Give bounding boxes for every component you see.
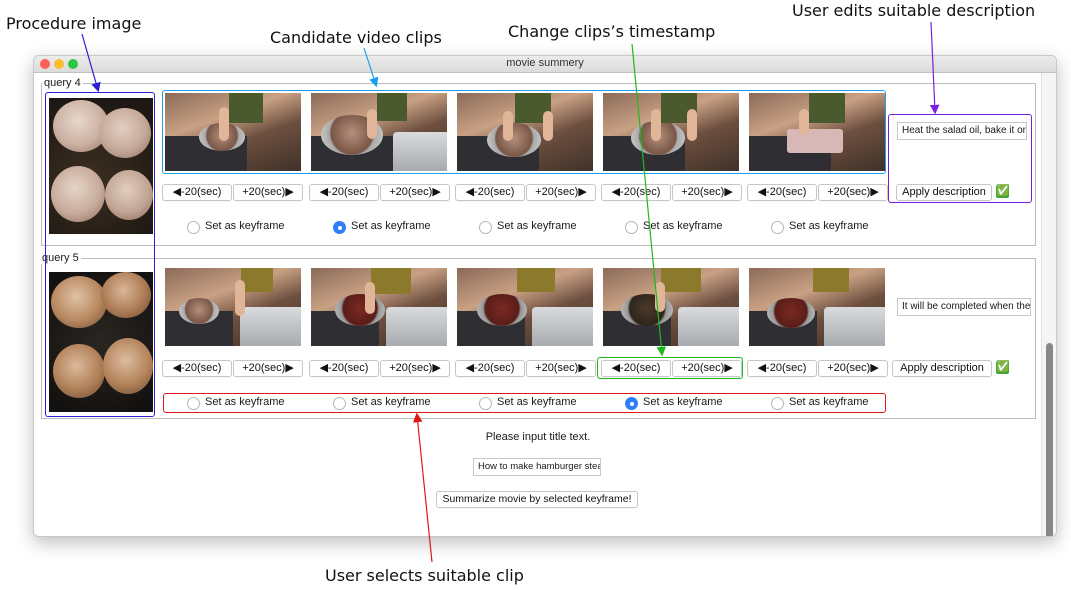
radio-indicator[interactable] [187,221,200,234]
radio-indicator[interactable] [625,221,638,234]
query-5-clip-1-minus-20-button[interactable]: ◀-20(sec) [162,360,232,377]
query-5-clip-3 [457,268,593,346]
scrollbar-thumb[interactable] [1046,343,1053,536]
timestamp-buttons-highlight [597,357,743,379]
query-5-clip-5-minus-20-button[interactable]: ◀-20(sec) [747,360,817,377]
keyframe-selection-highlight [163,393,886,413]
query-4-keyframe-radio-3[interactable]: Set as keyframe [479,220,589,236]
title-bar: movie summery [34,56,1056,73]
candidate-clips-highlight [162,90,886,174]
radio-label: Set as keyframe [789,220,869,232]
query-4-clip-5-minus-20-button[interactable]: ◀-20(sec) [747,184,817,201]
annotation-procedure-image: Procedure image [6,14,142,33]
radio-label: Set as keyframe [643,220,723,232]
summarize-movie-button[interactable]: Summarize movie by selected keyframe! [436,491,638,508]
query-5-description-input[interactable]: It will be completed when the [897,298,1031,316]
vertical-scrollbar[interactable] [1041,73,1056,536]
query-4-label: query 4 [42,77,83,89]
query-4-keyframe-radio-4[interactable]: Set as keyframe [625,220,735,236]
query-4-keyframe-radio-1[interactable]: Set as keyframe [187,220,297,236]
annotation-change-timestamp: Change clips’s timestamp [508,22,716,41]
query-4-keyframe-radio-2[interactable]: Set as keyframe [333,220,443,236]
query-5-clip-5 [749,268,885,346]
query-5-clip-1-plus-20-button[interactable]: +20(sec)▶ [233,360,303,377]
query-4-clip-2-plus-20-button[interactable]: +20(sec)▶ [380,184,450,201]
radio-indicator[interactable] [771,221,784,234]
query-5-clip-2-plus-20-button[interactable]: +20(sec)▶ [380,360,450,377]
radio-label: Set as keyframe [497,220,577,232]
window-title: movie summery [506,57,584,69]
query-5-clip-2 [311,268,447,346]
query-5-clip-4 [603,268,739,346]
title-prompt-label: Please input title text. [485,431,591,443]
app-window: movie summery query 4 ◀-20(sec) +20(sec)… [33,55,1057,537]
query-4-clip-3-plus-20-button[interactable]: +20(sec)▶ [526,184,596,201]
query-4-clip-3-minus-20-button[interactable]: ◀-20(sec) [455,184,525,201]
query-5-clip-5-plus-20-button[interactable]: +20(sec)▶ [818,360,888,377]
query-4-clip-1-plus-20-button[interactable]: +20(sec)▶ [233,184,303,201]
title-text-input[interactable]: How to make hamburger stea [473,458,601,476]
description-highlight [888,114,1032,203]
query-4-clip-4-plus-20-button[interactable]: +20(sec)▶ [672,184,742,201]
query-4-clip-1-minus-20-button[interactable]: ◀-20(sec) [162,184,232,201]
annotation-candidate-clips: Candidate video clips [270,28,442,47]
annotation-user-selects: User selects suitable clip [325,566,524,585]
query-4-keyframe-radio-5[interactable]: Set as keyframe [771,220,881,236]
query-4-clip-4-minus-20-button[interactable]: ◀-20(sec) [601,184,671,201]
radio-label: Set as keyframe [205,220,285,232]
query-5-clip-2-minus-20-button[interactable]: ◀-20(sec) [309,360,379,377]
query-4-clip-2-minus-20-button[interactable]: ◀-20(sec) [309,184,379,201]
query-5-apply-description-button[interactable]: Apply description [892,360,992,377]
query-5-clip-1 [165,268,301,346]
radio-indicator[interactable] [479,221,492,234]
query-4-clip-5-plus-20-button[interactable]: +20(sec)▶ [818,184,888,201]
radio-indicator-selected[interactable] [333,221,346,234]
query-5-clip-3-plus-20-button[interactable]: +20(sec)▶ [526,360,596,377]
query-5-applied-check-icon: ✅ [996,361,1010,374]
procedure-image-highlight [45,92,155,417]
annotation-user-edits: User edits suitable description [792,1,1036,20]
query-5-clip-3-minus-20-button[interactable]: ◀-20(sec) [455,360,525,377]
radio-label: Set as keyframe [351,220,431,232]
